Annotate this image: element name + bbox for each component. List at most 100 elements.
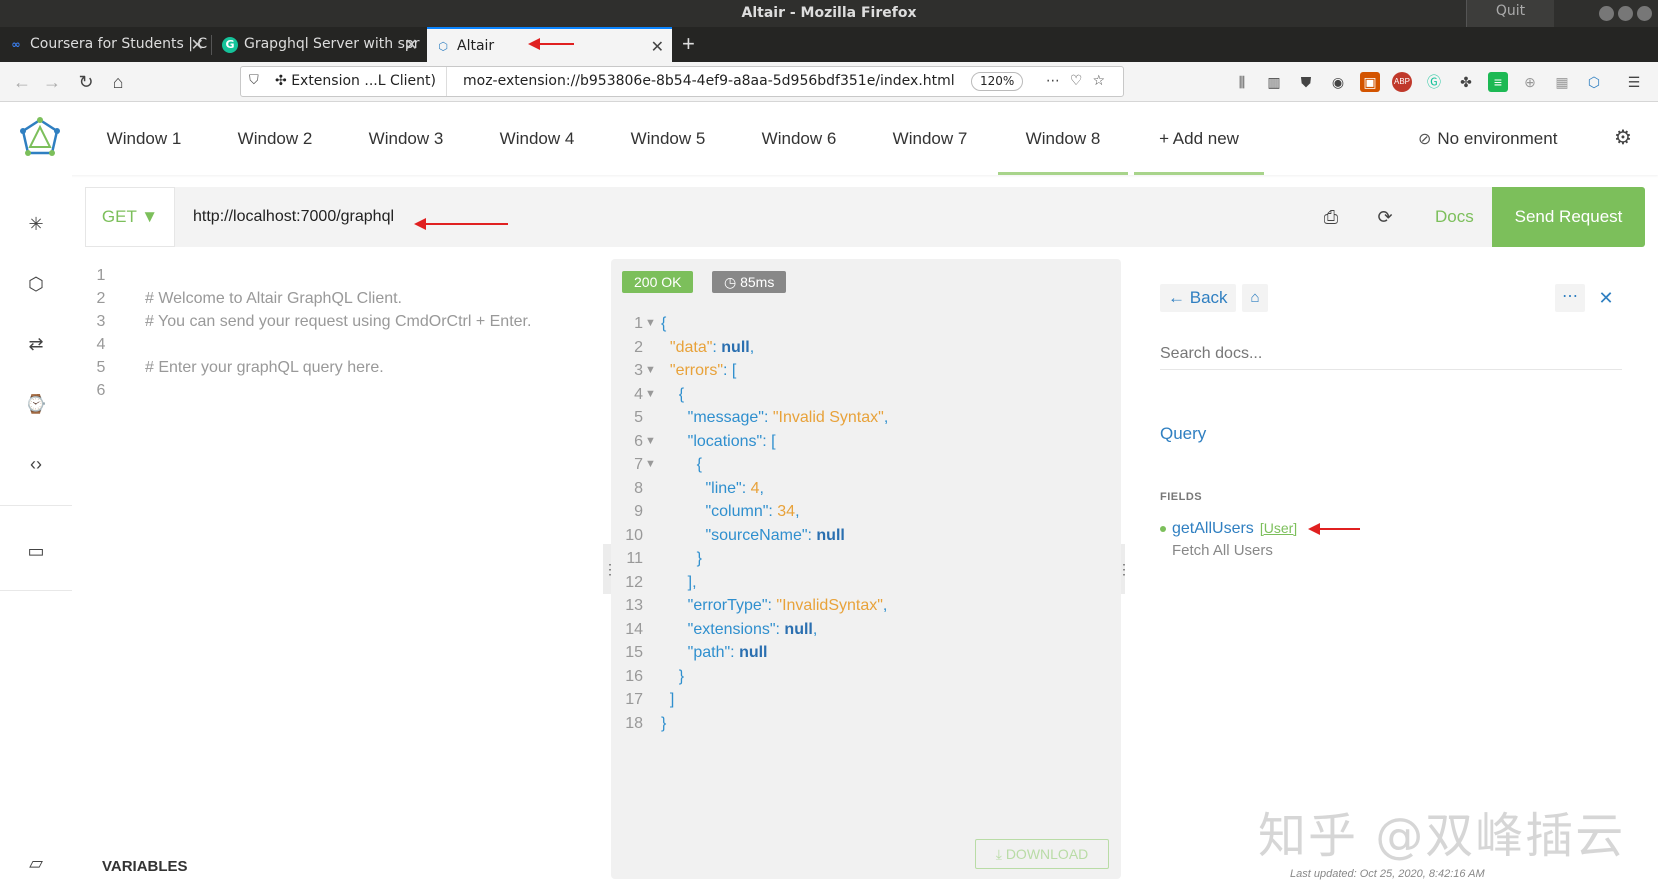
close-tab-icon[interactable]: ✕	[191, 27, 204, 62]
arrow-left-icon: ←	[1168, 288, 1190, 307]
field-description: Fetch All Users	[1172, 542, 1273, 559]
adblock-icon[interactable]: ABP	[1392, 72, 1412, 92]
fold-toggle-icon[interactable]: ▼	[645, 383, 656, 407]
result-pane: 200 OK ◷ 85ms 1 ▼{ 2 "data": null, 3 ▼ "er…	[611, 259, 1121, 879]
menu-icon[interactable]: ☰	[1624, 72, 1644, 92]
field-type-link[interactable]: [User]	[1260, 520, 1297, 536]
grammarly-ext-icon[interactable]: Ⓖ	[1424, 72, 1444, 92]
window-tab-3[interactable]: Window 3	[341, 102, 471, 175]
ublock-icon[interactable]: ▣	[1360, 72, 1380, 92]
puzzle-icon: ✣	[275, 73, 292, 89]
window-tab-2[interactable]: Window 2	[210, 102, 340, 175]
folder-icon[interactable]: ▱	[24, 851, 48, 875]
fold-toggle-icon[interactable]: ▼	[645, 312, 656, 336]
globe-icon[interactable]: ⊕	[1520, 72, 1540, 92]
altair-sidebar: ✳ ⬡ ⇄ ⌚ ‹› ▭ ▱	[0, 175, 72, 895]
docs-close-icon[interactable]: ✕	[1593, 284, 1619, 312]
window-titlebar: Altair - Mozilla Firefox Quit	[0, 0, 1658, 27]
environment-label: No environment	[1437, 129, 1558, 148]
settings-gear-icon[interactable]: ⚙	[1612, 127, 1634, 149]
query-editor[interactable]: 1 2 # Welcome to Altair GraphQL Client. 3…	[85, 262, 605, 822]
docs-toggle[interactable]: Docs	[1435, 187, 1474, 247]
docs-search-input[interactable]	[1160, 338, 1622, 370]
close-window-button[interactable]	[1637, 6, 1652, 21]
spotify-icon[interactable]: ≡	[1488, 72, 1508, 92]
privacy-badger-icon[interactable]: ⛊	[1296, 72, 1316, 92]
new-tab-button[interactable]: +	[682, 27, 695, 61]
browser-tab-graphql-server[interactable]: G Grapghql Server with spr ✕	[214, 27, 426, 62]
browser-tab-label: Coursera for Students | C	[30, 36, 208, 52]
coursera-icon: ∞	[11, 38, 21, 51]
home-icon[interactable]: ⌂	[106, 70, 130, 94]
pocket-icon[interactable]: ♡	[1070, 73, 1093, 89]
browser-tab-label: Grapghql Server with spr	[244, 36, 420, 52]
grammarly-icon: G	[222, 37, 238, 53]
quit-button[interactable]: Quit	[1466, 0, 1554, 27]
download-button[interactable]: ⤓ DOWNLOAD	[975, 839, 1109, 869]
fields-header: FIELDS	[1160, 491, 1203, 503]
page-actions: ⋯♡☆	[1046, 67, 1115, 96]
maximize-button[interactable]	[1618, 6, 1633, 21]
url-text[interactable]: moz-extension://b953806e-8b54-4ef9-a8aa-…	[463, 67, 955, 96]
docs-field-item: getAllUsers [User]	[1160, 520, 1297, 538]
github-icon[interactable]: ✤	[1456, 72, 1476, 92]
fold-toggle-icon[interactable]: ▼	[645, 430, 656, 454]
subscription-watch-icon[interactable]: ⌚	[24, 392, 48, 416]
method-select[interactable]: GET ▼	[85, 187, 175, 247]
collections-briefcase-icon[interactable]: ▭	[24, 539, 48, 563]
forward-arrow-icon[interactable]: →	[40, 70, 64, 94]
schema-cube-icon[interactable]: ⬡	[24, 272, 48, 296]
close-tab-icon[interactable]: ✕	[405, 27, 418, 62]
window-tab-5[interactable]: Window 5	[603, 102, 733, 175]
code-brackets-icon[interactable]: ‹›	[24, 452, 48, 476]
zoom-level[interactable]: 120%	[971, 72, 1024, 91]
window-tab-1[interactable]: Window 1	[79, 102, 209, 175]
eye-off-icon: ⊘	[1418, 131, 1432, 148]
grid-icon[interactable]: ▦	[1552, 72, 1572, 92]
close-tab-icon[interactable]: ✕	[651, 29, 664, 62]
reload-icon[interactable]: ↻	[74, 70, 98, 94]
extension-label: Extension ...L Client)	[291, 73, 436, 89]
library-icon[interactable]: ⫼	[1232, 72, 1252, 92]
annotation-arrow	[1308, 523, 1360, 535]
variables-toggle[interactable]: VARIABLES	[102, 858, 188, 875]
extension-identity[interactable]: ✣ Extension ...L Client)	[275, 67, 447, 96]
altair-ext-icon[interactable]: ⬡	[1584, 72, 1604, 92]
window-tab-7[interactable]: Window 7	[865, 102, 995, 175]
fold-toggle-icon[interactable]: ▼	[645, 359, 656, 383]
altair-logo	[20, 117, 60, 156]
shield-icon[interactable]: ⛉	[249, 73, 259, 88]
docs-home-icon[interactable]: ⌂	[1242, 284, 1268, 312]
environment-selector[interactable]: ⊘ No environment	[1418, 102, 1557, 176]
add-window-button[interactable]: + Add new	[1134, 102, 1264, 175]
window-controls	[1599, 6, 1652, 21]
minimize-button[interactable]	[1599, 6, 1614, 21]
window-tab-4[interactable]: Window 4	[472, 102, 602, 175]
back-arrow-icon[interactable]: ←	[10, 70, 34, 94]
window-tab-6[interactable]: Window 6	[734, 102, 864, 175]
altair-header: Window 1 Window 2 Window 3 Window 4 Wind…	[0, 102, 1658, 175]
window-tab-8[interactable]: Window 8	[998, 102, 1128, 175]
save-icon[interactable]: ⎙	[1319, 205, 1343, 229]
docs-back-button[interactable]: ← Back	[1160, 284, 1236, 312]
docs-query-link[interactable]: Query	[1160, 424, 1206, 444]
reload-schema-icon[interactable]: ⟳	[1373, 205, 1397, 229]
request-bar: GET ▼ http://localhost:7000/graphql ⎙ ⟳ …	[85, 187, 1645, 247]
account-icon[interactable]: ◉	[1328, 72, 1348, 92]
browser-tab-label: Altair	[457, 38, 495, 54]
docs-more-icon[interactable]: ⋯	[1555, 284, 1585, 312]
swap-arrows-icon[interactable]: ⇄	[24, 332, 48, 356]
browser-tab-coursera[interactable]: ∞ Coursera for Students | C ✕	[0, 27, 212, 62]
fold-toggle-icon[interactable]: ▼	[645, 453, 656, 477]
response-time-badge: ◷ 85ms	[712, 271, 787, 293]
endpoint-url-input[interactable]: http://localhost:7000/graphql	[193, 187, 394, 247]
annotation-arrow	[528, 38, 574, 50]
more-actions-icon[interactable]: ⋯	[1046, 73, 1070, 89]
bookmark-star-icon[interactable]: ☆	[1092, 73, 1115, 89]
send-request-button[interactable]: Send Request	[1492, 187, 1645, 247]
sidebar-icon[interactable]: ▥	[1264, 72, 1284, 92]
address-bar[interactable]: ⛉ ✣ Extension ...L Client) moz-extension…	[240, 66, 1124, 97]
prettify-icon[interactable]: ✳	[24, 212, 48, 236]
field-name-link[interactable]: getAllUsers	[1172, 520, 1254, 537]
left-resize-handle[interactable]: ⋮	[603, 544, 617, 594]
